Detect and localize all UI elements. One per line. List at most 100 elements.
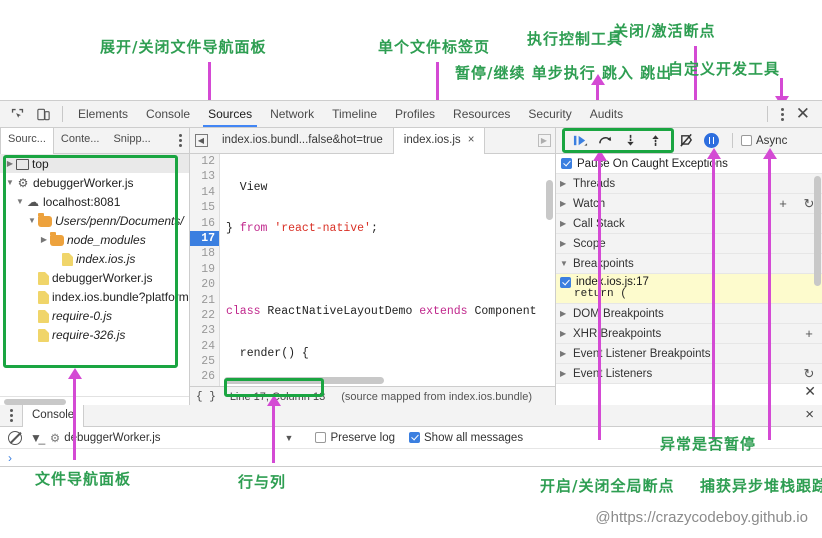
preserve-log-toggle[interactable]: Preserve log (315, 432, 395, 444)
tab-resources[interactable]: Resources (444, 103, 519, 126)
tree-item-users-documents[interactable]: ▼ Users/penn/Documents/ (0, 211, 189, 230)
annotation-expand-close-navigator: 展开/关闭文件导航面板 (100, 38, 267, 56)
editor-pane: ◀ index.ios.bundl...false&hot=true index… (190, 128, 556, 406)
more-tabs-icon[interactable] (171, 128, 189, 152)
chevron-right-icon[interactable]: ▶ (560, 349, 573, 358)
section-breakpoints[interactable]: ▼ Breakpoints (556, 254, 822, 274)
section-scope[interactable]: ▶ Scope (556, 234, 822, 254)
device-toolbar-icon[interactable] (30, 102, 56, 126)
editor-horizontal-scrollbar[interactable] (224, 377, 384, 384)
inspect-element-icon[interactable] (4, 102, 30, 126)
section-dom-breakpoints[interactable]: ▶ DOM Breakpoints (556, 304, 822, 324)
pretty-print-icon[interactable]: { } (196, 391, 216, 403)
twisty-icon[interactable]: ▶ (38, 235, 50, 244)
chevron-right-icon[interactable]: ▶ (560, 199, 573, 208)
twisty-icon[interactable]: ▼ (14, 197, 26, 206)
close-devtools-icon[interactable]: ✕ (792, 105, 818, 124)
tab-console[interactable]: Console (137, 103, 199, 126)
navigator-tab-snippets[interactable]: Snipp... (106, 128, 157, 153)
tree-item-top[interactable]: ▶ top (0, 154, 189, 173)
annotation-arrow-3 (591, 74, 605, 85)
step-out-of-current-function-icon[interactable] (643, 130, 668, 152)
tree-item-label: Users/penn/Documents/ (55, 213, 184, 228)
customize-devtools-icon[interactable] (774, 103, 792, 125)
async-checkbox[interactable] (741, 135, 752, 146)
close-drawer-icon[interactable]: × (797, 405, 822, 426)
breakpoint-checkbox[interactable] (560, 276, 571, 288)
async-stack-traces-toggle[interactable]: Async (741, 135, 787, 147)
pause-on-caught-checkbox[interactable] (561, 158, 572, 169)
editor-tab-bundle[interactable]: index.ios.bundl...false&hot=true (212, 128, 393, 153)
line-number-current[interactable]: 17 (190, 230, 219, 247)
tree-item-localhost[interactable]: ▼ ☁ localhost:8081 (0, 192, 189, 211)
section-watch[interactable]: ▶ Watch + ↻ (556, 194, 822, 214)
editor-tab-index-ios-js[interactable]: index.ios.js × (392, 128, 486, 154)
annotation-arrow-7 (267, 395, 281, 406)
navigator-tab-sources[interactable]: Sourc... (0, 128, 54, 154)
code-lines[interactable]: View } from 'react-native'; class ReactN… (220, 154, 555, 386)
chevron-right-icon[interactable]: ▶ (560, 239, 573, 248)
clear-console-icon[interactable] (8, 430, 22, 445)
tab-network[interactable]: Network (261, 103, 323, 126)
collapse-navigator-icon[interactable]: ◀ (190, 128, 212, 153)
refresh-event-listeners-icon[interactable]: ↻ (796, 366, 822, 382)
chevron-right-icon[interactable]: ▶ (560, 219, 573, 228)
tree-item-index-ios-bundle[interactable]: index.ios.bundle?platform (0, 287, 189, 306)
tree-item-debuggerworker[interactable]: ▼ ⚙ debuggerWorker.js (0, 173, 189, 192)
tab-audits[interactable]: Audits (581, 103, 632, 126)
code-editor[interactable]: 12 13 14 15 16 17 18 19 20 21 22 23 24 2… (190, 154, 555, 386)
tree-item-require-326[interactable]: require-326.js (0, 325, 189, 344)
step-into-next-call-icon[interactable] (618, 130, 643, 152)
editor-vertical-scrollbar[interactable] (546, 180, 553, 220)
show-all-messages-toggle[interactable]: Show all messages (409, 432, 523, 444)
deactivate-breakpoints-icon[interactable] (674, 130, 699, 152)
close-tab-icon[interactable]: × (468, 134, 475, 146)
section-call-stack[interactable]: ▶ Call Stack (556, 214, 822, 234)
breakpoint-item[interactable]: index.ios.js:17 return ( (556, 274, 822, 304)
line-number: 18 (201, 247, 215, 261)
chevron-right-icon[interactable]: ▶ (560, 369, 573, 378)
twisty-icon[interactable]: ▼ (4, 178, 16, 187)
close-sidebar-icon[interactable]: ✕ (804, 383, 816, 400)
tab-timeline[interactable]: Timeline (323, 103, 386, 126)
resume-script-execution-icon[interactable] (568, 130, 593, 152)
tree-item-require-0[interactable]: require-0.js (0, 306, 189, 325)
twisty-icon[interactable]: ▼ (26, 216, 38, 225)
chevron-right-icon[interactable]: ▶ (560, 179, 573, 188)
navigator-tab-content-scripts[interactable]: Conte... (54, 128, 107, 153)
section-threads[interactable]: ▶ Threads (556, 174, 822, 194)
chevron-down-icon[interactable]: ▼ (560, 259, 573, 268)
step-over-next-call-icon[interactable] (593, 130, 618, 152)
editor-tabbar-spacer (485, 128, 533, 153)
section-event-listener-breakpoints[interactable]: ▶ Event Listener Breakpoints (556, 344, 822, 364)
tree-item-index-ios-js[interactable]: index.ios.js (0, 249, 189, 268)
chevron-down-icon[interactable]: ▼ (285, 433, 294, 443)
line-number: 14 (201, 185, 215, 199)
tab-elements[interactable]: Elements (69, 103, 137, 126)
file-navigator-tree[interactable]: ▶ top ▼ ⚙ debuggerWorker.js ▼ ☁ localhos… (0, 154, 189, 396)
show-all-messages-checkbox[interactable] (409, 432, 420, 443)
console-context-selector[interactable]: ⚙ debuggerWorker.js ▼ (50, 431, 294, 445)
tree-item-node-modules[interactable]: ▶ node_modules (0, 230, 189, 249)
twisty-icon[interactable]: ▶ (4, 159, 16, 168)
section-xhr-breakpoints[interactable]: ▶ XHR Breakpoints + (556, 324, 822, 344)
annotation-line-8 (598, 160, 601, 440)
preserve-log-checkbox[interactable] (315, 432, 327, 443)
add-xhr-breakpoint-icon[interactable]: + (796, 326, 822, 341)
section-event-listeners[interactable]: ▶ Event Listeners ↻ (556, 364, 822, 384)
tab-profiles[interactable]: Profiles (386, 103, 444, 126)
chevron-right-icon[interactable]: ▶ (560, 309, 573, 318)
tab-sources[interactable]: Sources (199, 103, 261, 127)
line-number: 19 (201, 262, 215, 276)
tab-security[interactable]: Security (519, 103, 580, 126)
source-map-note: (source mapped from index.ios.bundle) (341, 390, 532, 403)
add-watch-expression-icon[interactable]: + (770, 196, 796, 211)
tree-item-debuggerworker-file[interactable]: debuggerWorker.js (0, 268, 189, 287)
expand-sidebar-icon[interactable]: ▶ (533, 128, 555, 153)
filter-icon[interactable]: ▼̲ (30, 431, 42, 445)
drawer-menu-icon[interactable] (0, 405, 22, 426)
chevron-right-icon[interactable]: ▶ (560, 329, 573, 338)
cloud-icon: ☁ (27, 194, 39, 209)
debugger-vertical-scrollbar[interactable] (814, 176, 821, 286)
